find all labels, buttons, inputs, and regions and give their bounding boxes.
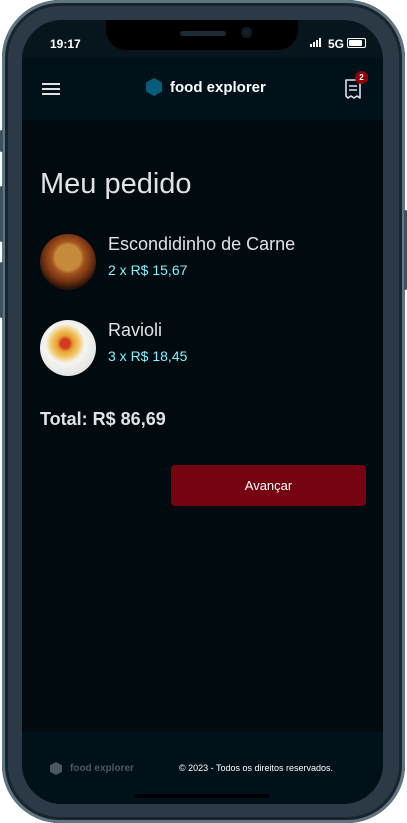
- footer-brand: food explorer: [50, 762, 134, 775]
- footer-brand-name: food explorer: [70, 763, 134, 774]
- status-time: 19:17: [50, 37, 81, 51]
- orders-button[interactable]: 2: [344, 71, 368, 102]
- menu-icon[interactable]: [42, 83, 60, 95]
- screen: 19:17 5G food explorer 2 Meu pedido Esco…: [22, 20, 383, 804]
- status-bar: 19:17 5G: [22, 20, 383, 58]
- page-title: Meu pedido: [40, 168, 192, 200]
- order-page: Meu pedido Escondidinho de Carne 2 x R$ …: [22, 120, 383, 732]
- signal-icon: [310, 38, 321, 47]
- item-price: 3 x R$ 18,45: [108, 348, 188, 364]
- phone-side-button: [0, 262, 3, 318]
- phone-side-button: [0, 130, 3, 152]
- hexagon-logo-icon: [146, 78, 162, 96]
- item-price: 2 x R$ 15,67: [108, 262, 188, 278]
- orders-count-badge: 2: [355, 71, 368, 84]
- ravioli-dish-image: [40, 320, 96, 376]
- order-item: Ravioli 3 x R$ 18,45: [40, 320, 370, 376]
- brand-logo[interactable]: food explorer: [146, 78, 266, 96]
- app-header: food explorer 2: [22, 58, 383, 120]
- phone-side-button: [0, 186, 3, 242]
- advance-button[interactable]: Avançar: [171, 465, 366, 506]
- hexagon-logo-icon: [50, 762, 62, 775]
- escondidinho-dish-image: [40, 234, 96, 290]
- brand-name: food explorer: [170, 78, 266, 96]
- copyright-text: © 2023 - Todos os direitos reservados.: [179, 763, 334, 773]
- camera-icon: [241, 27, 252, 38]
- battery-icon: [347, 38, 366, 48]
- order-total: Total: R$ 86,69: [40, 409, 166, 429]
- network-label: 5G: [328, 37, 345, 51]
- home-indicator[interactable]: [135, 794, 269, 798]
- notch: [106, 20, 298, 50]
- item-name: Ravioli: [108, 320, 163, 340]
- speaker-grille: [180, 31, 226, 36]
- order-item: Escondidinho de Carne 2 x R$ 15,67: [40, 234, 370, 290]
- item-name: Escondidinho de Carne: [108, 234, 296, 254]
